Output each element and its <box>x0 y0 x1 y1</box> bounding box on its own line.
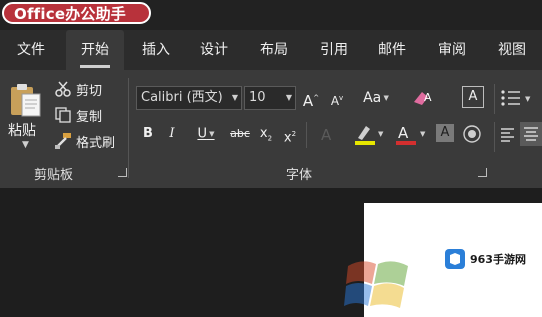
ribbon-panel: 粘贴 ▼ 剪切 复制 格式刷 剪贴板 Calibri (西文) ▼ 10 ▼ A… <box>0 70 542 188</box>
font-size-combo[interactable]: 10 ▼ <box>244 86 296 110</box>
tab-file-label: 文件 <box>17 42 45 58</box>
underline-label: U <box>197 126 207 142</box>
copy-button[interactable]: 复制 <box>54 104 102 126</box>
clipboard-dialog-launcher-icon[interactable] <box>118 168 127 177</box>
tab-references[interactable]: 引用 <box>306 30 362 70</box>
clear-formatting-icon[interactable]: A <box>410 88 434 108</box>
grow-font-button[interactable]: A^ <box>300 86 322 110</box>
copy-icon <box>55 107 71 123</box>
highlight-color-icon[interactable]: ▼ <box>352 122 386 146</box>
font-color-icon[interactable]: A ▼ <box>394 122 428 146</box>
tab-insert-label: 插入 <box>142 42 170 58</box>
tab-home[interactable]: 开始 <box>66 30 124 70</box>
tab-mailings[interactable]: 邮件 <box>364 30 420 70</box>
char-border-button[interactable]: A <box>462 86 484 108</box>
italic-button[interactable]: I <box>162 122 182 146</box>
paste-button-label[interactable]: 粘贴 <box>8 120 36 140</box>
tab-design[interactable]: 设计 <box>186 30 242 70</box>
shrink-font-button[interactable]: Av <box>326 86 348 110</box>
superscript-label: x <box>283 130 292 146</box>
superscript-button[interactable]: x2 <box>280 122 300 146</box>
align-left-icon[interactable] <box>500 126 516 142</box>
enclose-characters-icon[interactable] <box>462 124 482 144</box>
subscript-button[interactable]: x2 <box>256 122 276 146</box>
char-shading-button[interactable]: A <box>436 124 454 142</box>
tab-file[interactable]: 文件 <box>0 30 62 70</box>
cut-label: 剪切 <box>76 83 103 99</box>
paste-dropdown-icon[interactable]: ▼ <box>22 140 29 150</box>
paste-icon[interactable] <box>8 82 42 118</box>
svg-text:▼: ▼ <box>525 95 531 103</box>
font-name-value: Calibri (西文) <box>141 90 223 105</box>
windows-logo-icon <box>344 261 408 308</box>
ribbon-divider <box>494 84 495 114</box>
char-border-label: A <box>468 89 478 104</box>
title-strip: Office办公助手 <box>0 0 542 30</box>
cut-button[interactable]: 剪切 <box>54 78 102 100</box>
group-divider <box>128 78 129 178</box>
copy-label: 复制 <box>76 109 103 125</box>
svg-text:▼: ▼ <box>420 130 426 138</box>
format-painter-button[interactable]: 格式刷 <box>54 130 115 152</box>
tab-mailings-label: 邮件 <box>378 42 406 58</box>
tab-review-label: 审阅 <box>438 42 466 58</box>
bold-button[interactable]: B <box>138 122 158 146</box>
tab-layout[interactable]: 布局 <box>246 30 302 70</box>
font-name-combo[interactable]: Calibri (西文) ▼ <box>136 86 242 110</box>
tab-view[interactable]: 视图 <box>484 30 540 70</box>
ribbon-divider <box>306 122 307 148</box>
subscript-label: x <box>259 126 268 141</box>
ribbon-divider <box>494 122 495 152</box>
bold-label: B <box>143 126 153 141</box>
watermark-site-text: 963手游网 <box>470 253 526 266</box>
svg-text:A: A <box>398 124 409 142</box>
change-case-button[interactable]: Aa ▼ <box>356 86 396 110</box>
underline-button[interactable]: U ▼ <box>188 122 224 146</box>
change-case-label: Aa <box>363 90 382 106</box>
strikethrough-button[interactable]: abc <box>226 122 254 146</box>
font-dialog-launcher-icon[interactable] <box>478 168 487 177</box>
watermark: 963手游网 <box>444 244 540 274</box>
active-tab-indicator <box>80 65 110 68</box>
ribbon-tab-bar: 文件 开始 插入 设计 布局 引用 邮件 审阅 视图 <box>0 30 542 70</box>
tab-home-label: 开始 <box>81 42 109 58</box>
bullets-icon[interactable]: ▼ <box>500 88 534 108</box>
format-painter-label: 格式刷 <box>76 135 116 151</box>
font-size-value: 10 <box>249 90 266 105</box>
tab-insert[interactable]: 插入 <box>128 30 184 70</box>
italic-label: I <box>169 126 175 141</box>
watermark-logo-icon <box>445 249 465 269</box>
text-effects-icon[interactable]: A <box>318 124 338 144</box>
paintbrush-icon <box>55 133 71 149</box>
grow-font-label: A <box>302 92 314 110</box>
tab-layout-label: 布局 <box>260 42 288 58</box>
font-name-dropdown-icon[interactable]: ▼ <box>232 87 238 109</box>
tab-references-label: 引用 <box>320 42 348 58</box>
font-group-label: 字体 <box>286 168 313 183</box>
svg-text:▼: ▼ <box>378 130 384 138</box>
tab-design-label: 设计 <box>200 42 228 58</box>
align-center-icon[interactable] <box>520 122 542 146</box>
shrink-font-label: A <box>330 94 340 108</box>
font-size-dropdown-icon[interactable]: ▼ <box>286 87 292 109</box>
svg-text:A: A <box>424 91 432 104</box>
char-shading-label: A <box>440 125 450 140</box>
tab-review[interactable]: 审阅 <box>424 30 480 70</box>
brand-badge: Office办公助手 <box>2 2 151 24</box>
clipboard-group-label: 剪贴板 <box>34 168 74 183</box>
svg-text:A: A <box>321 126 332 144</box>
strikethrough-label: abc <box>230 127 250 140</box>
tab-view-label: 视图 <box>498 42 526 58</box>
scissors-icon <box>55 81 71 97</box>
